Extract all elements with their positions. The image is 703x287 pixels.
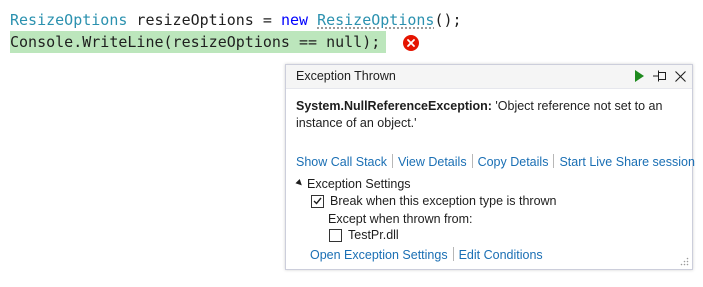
link-divider	[553, 154, 555, 168]
pin-icon[interactable]	[653, 69, 667, 83]
code-line-1[interactable]: ResizeOptions resizeOptions = new Resize…	[10, 9, 462, 31]
break-on-exception-label: Break when this exception type is thrown	[330, 194, 557, 208]
close-icon[interactable]	[673, 69, 687, 83]
continue-icon[interactable]	[632, 69, 646, 83]
exception-settings-label: Exception Settings	[307, 177, 411, 191]
exception-action-links: Show Call Stack View Details Copy Details S…	[296, 154, 695, 169]
copy-details-link[interactable]: Copy Details	[478, 155, 549, 169]
break-on-exception-row[interactable]: Break when this exception type is thrown	[311, 194, 557, 208]
open-exception-settings-link[interactable]: Open Exception Settings	[310, 248, 448, 262]
link-divider	[471, 154, 473, 168]
exception-popup-title: Exception Thrown	[296, 69, 396, 83]
code-variable-token: resizeOptions =	[127, 11, 281, 29]
link-divider	[392, 154, 394, 168]
resize-grip-icon[interactable]	[679, 256, 689, 266]
error-x-icon[interactable]	[403, 35, 419, 51]
code-type-token-2: ResizeOptions	[317, 11, 435, 29]
start-live-share-link[interactable]: Start Live Share session	[559, 155, 695, 169]
exception-popup: Exception Thrown System.NullReferenceExc…	[285, 64, 695, 270]
code-keyword-token: new	[280, 11, 309, 29]
break-on-exception-checkbox[interactable]	[311, 194, 324, 208]
error-x-glyph	[407, 39, 415, 47]
module-exclusion-row[interactable]: TestPr.dll	[329, 228, 399, 242]
edit-conditions-link[interactable]: Edit Conditions	[459, 248, 543, 262]
module-exclusion-checkbox[interactable]	[329, 228, 342, 242]
exception-type: System.NullReferenceException:	[296, 99, 492, 113]
module-name-label: TestPr.dll	[348, 228, 399, 242]
except-when-thrown-label: Except when thrown from:	[328, 212, 473, 226]
code-line-2-current-statement[interactable]: Console.WriteLine(resizeOptions == null)…	[10, 31, 387, 53]
exception-footer-links: Open Exception Settings Edit Conditions	[310, 247, 543, 262]
view-details-link[interactable]: View Details	[398, 155, 467, 169]
exception-message: System.NullReferenceException: 'Object r…	[296, 98, 676, 132]
code-line-2-text: Console.WriteLine(resizeOptions == null)…	[10, 33, 381, 51]
code-space-token	[308, 11, 317, 29]
show-call-stack-link[interactable]: Show Call Stack	[296, 155, 387, 169]
code-tail-token: ();	[434, 11, 462, 29]
collapse-triangle-icon	[295, 179, 304, 188]
checkmark-icon	[313, 197, 322, 205]
link-divider	[452, 247, 454, 261]
exception-settings-toggle[interactable]: Exception Settings	[295, 177, 411, 191]
exception-popup-header: Exception Thrown	[286, 65, 692, 89]
code-type-token: ResizeOptions	[10, 11, 128, 29]
